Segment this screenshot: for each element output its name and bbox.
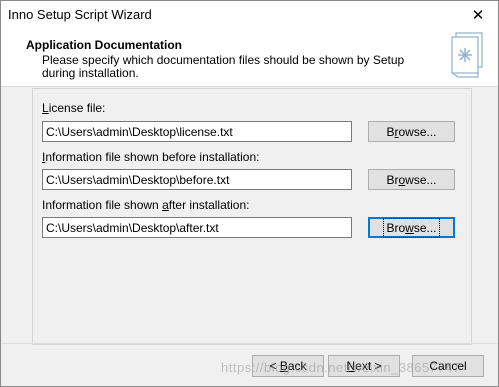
header-panel: Application Documentation Please specify… <box>1 29 498 87</box>
after-browse-button[interactable]: Browse... <box>368 217 455 238</box>
watermark-text: https://blog.csdn.net/weixin_38657747 <box>221 360 461 375</box>
after-file-input[interactable] <box>42 217 352 238</box>
close-icon[interactable]: ✕ <box>458 1 498 29</box>
license-file-input[interactable] <box>42 121 352 142</box>
content-panel: License file: Browse... Information file… <box>32 88 472 345</box>
page-description: Please specify which documentation files… <box>42 53 405 80</box>
before-file-label: Information file shown before installati… <box>42 150 260 164</box>
page-title: Application Documentation <box>26 38 182 52</box>
license-browse-button[interactable]: Browse... <box>368 121 455 142</box>
footer-divider <box>1 343 498 344</box>
license-file-label: License file: <box>42 101 106 115</box>
before-file-input[interactable] <box>42 169 352 190</box>
title-bar: Inno Setup Script Wizard ✕ <box>1 1 498 29</box>
wizard-window: Inno Setup Script Wizard ✕ Application D… <box>0 0 499 387</box>
window-title: Inno Setup Script Wizard <box>8 7 152 22</box>
before-browse-button[interactable]: Browse... <box>368 169 455 190</box>
after-file-label: Information file shown after installatio… <box>42 198 250 212</box>
documentation-book-icon <box>451 32 483 78</box>
